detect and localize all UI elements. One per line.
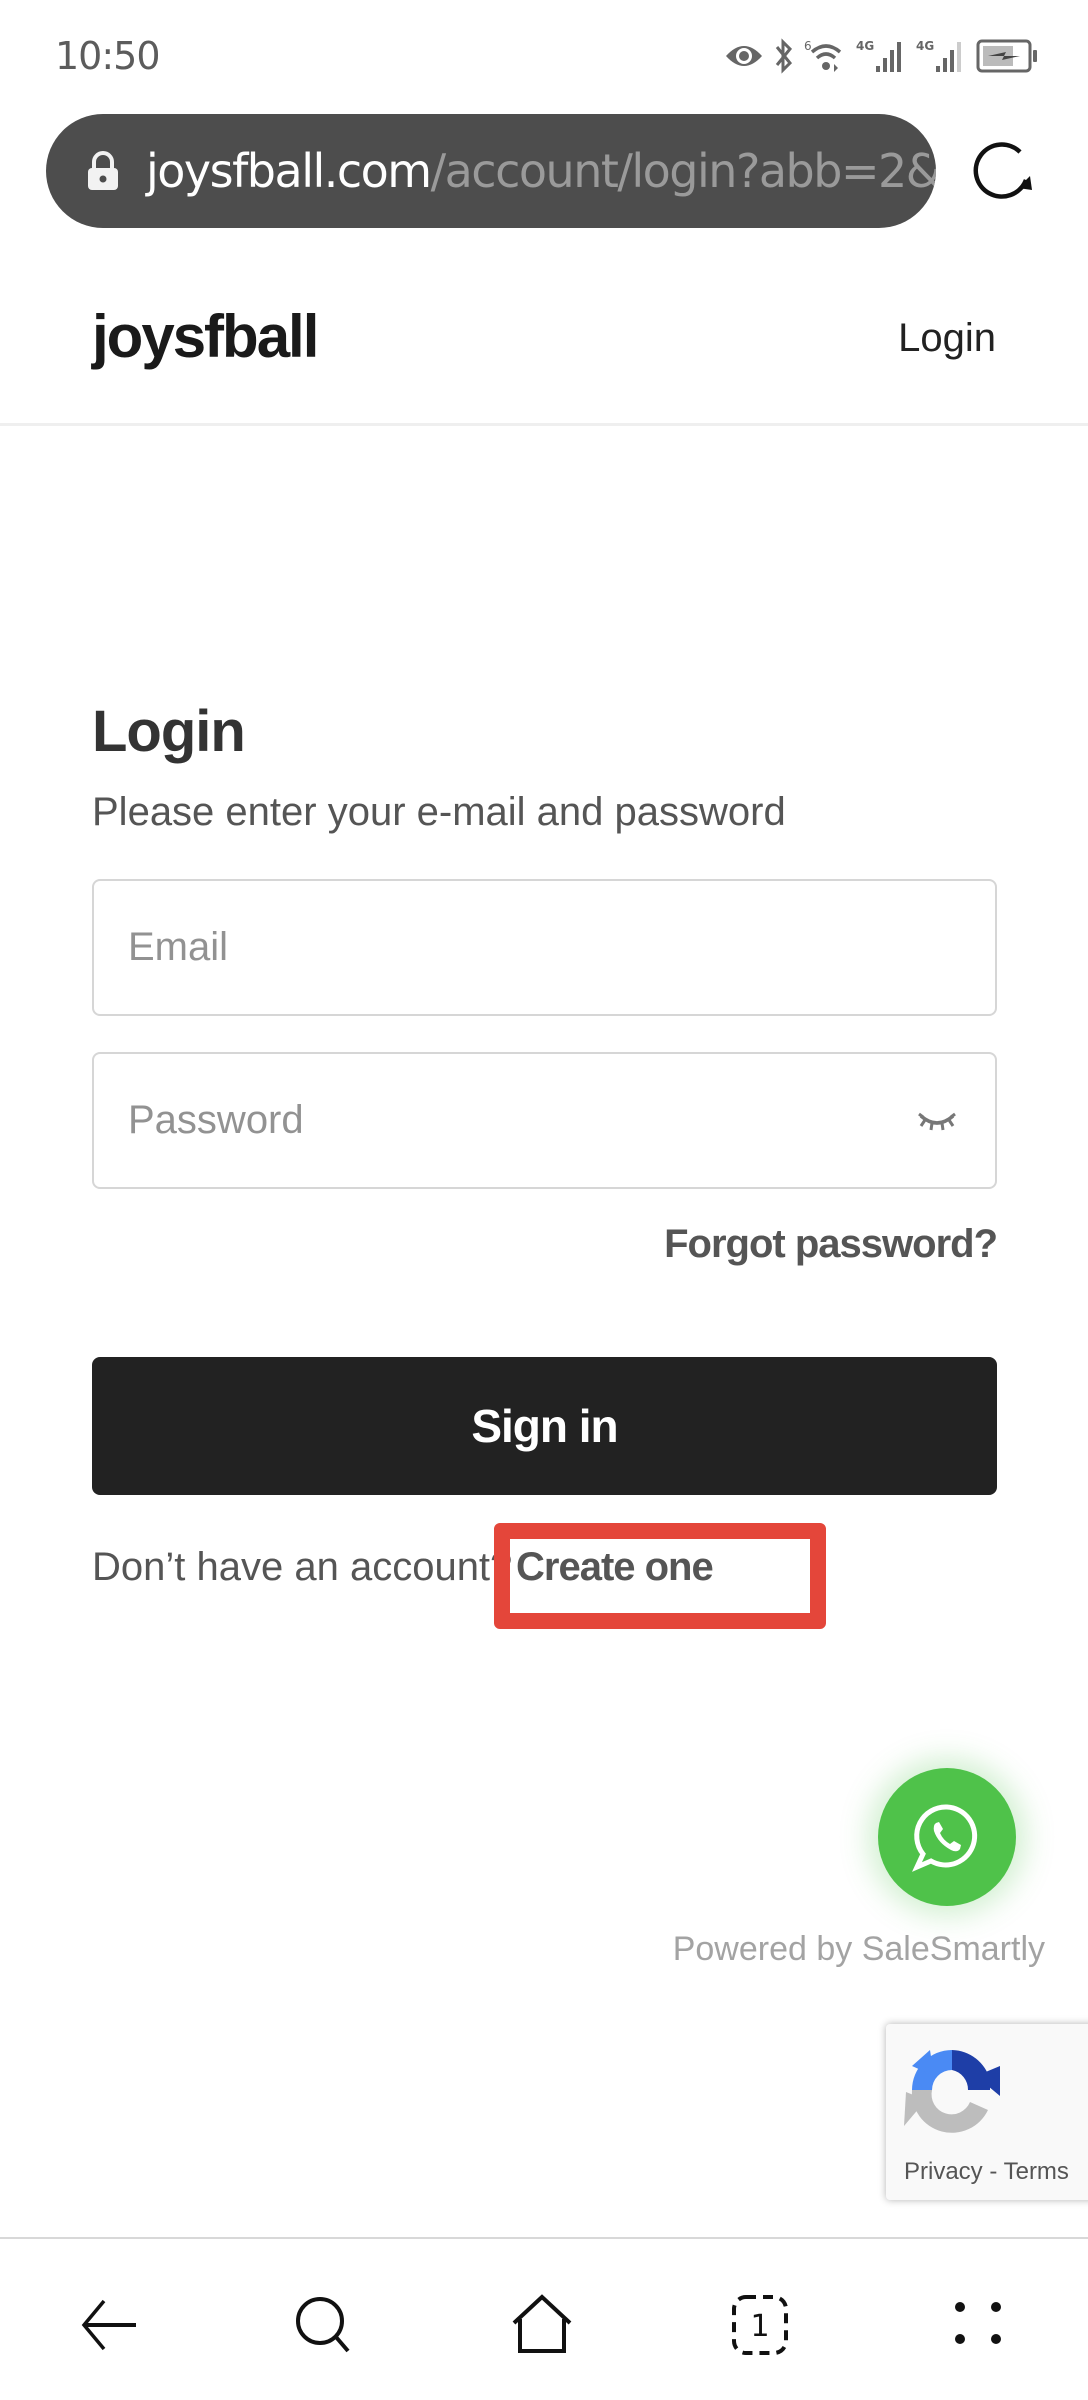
tabs-button[interactable]: 1 <box>724 2289 796 2361</box>
page-title: Login <box>92 699 246 764</box>
url-bar[interactable]: joysfball.com/account/login?abb=2&_ <box>46 114 936 228</box>
recaptcha-terms-link[interactable]: Terms <box>1004 2158 1069 2185</box>
recaptcha-links: Privacy - Terms <box>904 2158 1069 2186</box>
home-button[interactable] <box>506 2289 578 2361</box>
status-bar: 10:50 6 4G 4G <box>0 0 1088 110</box>
menu-button[interactable] <box>942 2289 1014 2361</box>
back-button[interactable] <box>72 2289 144 2361</box>
password-input[interactable] <box>94 1054 995 1187</box>
home-icon <box>512 2294 572 2353</box>
reload-icon[interactable] <box>970 138 1036 204</box>
recaptcha-privacy-link[interactable]: Privacy <box>904 2158 983 2185</box>
header-login-link[interactable]: Login <box>898 316 996 361</box>
status-icons: 6 4G 4G <box>724 36 1038 76</box>
email-field[interactable] <box>92 879 997 1016</box>
recaptcha-logo-icon <box>904 2050 1000 2133</box>
recaptcha-separator: - <box>989 2158 998 2185</box>
recaptcha-badge: Privacy - Terms <box>886 2024 1088 2200</box>
email-input[interactable] <box>94 881 995 1014</box>
url-text: joysfball.com/account/login?abb=2&_ <box>146 144 936 198</box>
forgot-password-link[interactable]: Forgot password? <box>664 1222 998 1267</box>
site-logo[interactable]: joysfball <box>92 302 319 371</box>
create-account-link[interactable]: Create one <box>516 1545 714 1590</box>
whatsapp-icon <box>912 1804 978 1872</box>
status-time: 10:50 <box>55 34 161 78</box>
bluetooth-icon <box>775 38 793 74</box>
powered-by-text: Powered by SaleSmartly <box>672 1930 1045 1968</box>
browser-bottom-nav: 1 <box>0 2237 1088 2400</box>
sim1-label: 4G <box>856 39 874 53</box>
eye-icon <box>726 46 762 66</box>
search-icon <box>296 2297 350 2353</box>
url-host: joysfball.com <box>146 144 432 198</box>
whatsapp-chat-button[interactable] <box>878 1768 1016 1906</box>
no-account-text: Don’t have an account? <box>92 1545 513 1589</box>
menu-dots-icon <box>955 2302 1001 2344</box>
eye-closed-icon[interactable] <box>917 1104 957 1140</box>
wifi-label: 6 <box>804 39 812 53</box>
tabs-icon: 1 <box>732 2295 788 2355</box>
battery-charging-icon <box>976 39 1037 73</box>
tab-count: 1 <box>750 2309 769 2344</box>
login-subtitle: Please enter your e-mail and password <box>92 790 786 834</box>
site-header: joysfball Login <box>0 250 1088 426</box>
signal-4g-icon: 4G <box>856 39 901 72</box>
sign-in-button[interactable]: Sign in <box>92 1357 997 1495</box>
url-path: /account/login?abb=2&_ <box>430 144 936 198</box>
back-arrow-icon <box>81 2299 136 2351</box>
sim2-label: 4G <box>916 39 934 53</box>
search-button[interactable] <box>288 2289 360 2361</box>
lock-icon <box>88 151 118 190</box>
signal-4g-icon: 4G <box>916 39 961 72</box>
wifi-6-icon: 6 <box>804 39 842 72</box>
password-field[interactable] <box>92 1052 997 1189</box>
